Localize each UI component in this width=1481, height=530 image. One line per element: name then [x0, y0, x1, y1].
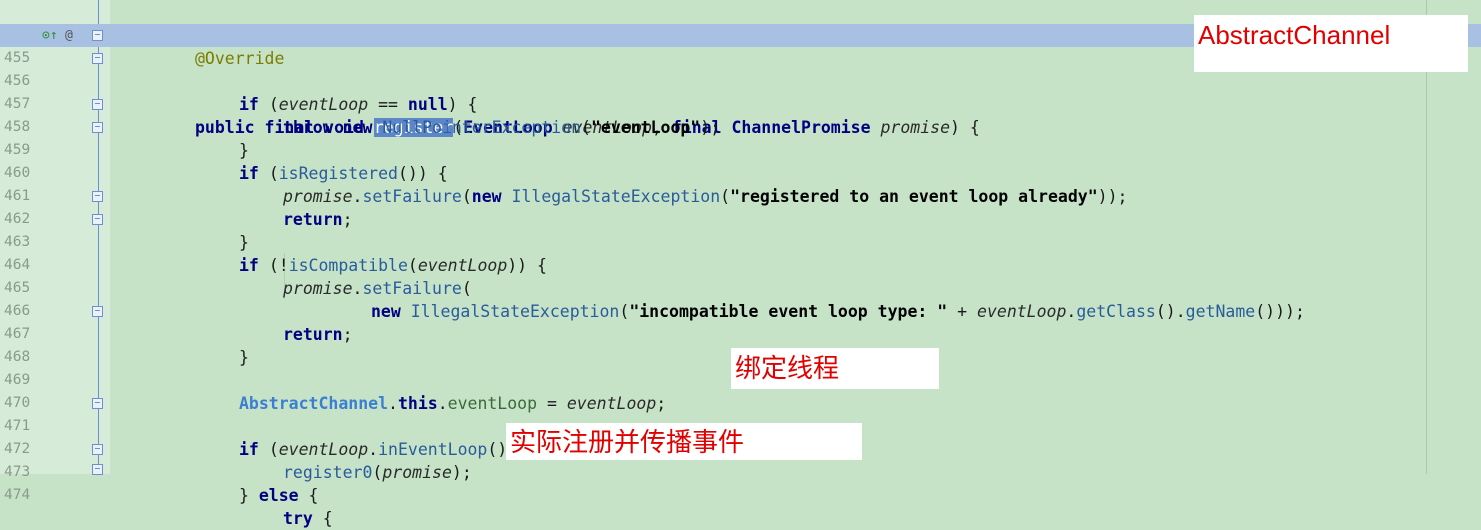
fold-collapse-icon[interactable]	[92, 191, 103, 202]
keyword: else	[258, 486, 299, 505]
punct: {	[312, 509, 333, 528]
code-line-465[interactable]: 465 new IllegalStateException("incompati…	[0, 254, 1481, 321]
punct: {	[298, 486, 319, 505]
annotation-class-label: AbstractChannel	[1194, 15, 1468, 72]
code-line-463[interactable]: 463 if (!isCompatible(eventLoop)) {	[0, 208, 1481, 275]
line-number: 474	[4, 487, 31, 503]
code-line-460[interactable]: 460 promise.setFailure(new IllegalStateE…	[0, 139, 1481, 206]
fold-collapse-icon[interactable]	[92, 464, 103, 475]
fold-collapse-icon[interactable]	[92, 398, 103, 409]
code-line-468[interactable]: 468	[0, 323, 1481, 365]
fold-collapse-icon[interactable]	[92, 53, 103, 64]
code-line-461[interactable]: 461 return;	[0, 162, 1481, 229]
code-line-467[interactable]: 467 }	[0, 300, 1481, 367]
fold-collapse-icon[interactable]	[92, 30, 103, 41]
code-line-459[interactable]: 459 if (isRegistered()) {	[0, 116, 1481, 183]
fold-collapse-icon[interactable]	[92, 99, 103, 110]
fold-collapse-icon[interactable]	[92, 444, 103, 455]
code-line-462[interactable]: 462 }	[0, 185, 1481, 252]
code-line-464[interactable]: 464 promise.setFailure(	[0, 231, 1481, 298]
code-line-471[interactable]: 471 if (eventLoop.inEventLoop()) {	[0, 392, 1481, 459]
keyword: try	[283, 509, 313, 528]
annotation-icon[interactable]: @	[65, 24, 73, 47]
annotation-register-propagate: 实际注册并传播事件	[506, 423, 862, 460]
code-line-458[interactable]: 458 }	[0, 93, 1481, 160]
implements-icon[interactable]: ⊙↑	[42, 24, 58, 47]
code-line-474[interactable]: 474 try {	[0, 461, 1481, 528]
punct: }	[239, 486, 259, 505]
code-line-457[interactable]: 457 throw new NullPointerException("even…	[0, 70, 1481, 137]
code-line-466[interactable]: 466 return;	[0, 277, 1481, 344]
fold-collapse-icon[interactable]	[92, 214, 103, 225]
fold-collapse-icon[interactable]	[92, 306, 103, 317]
annotation-bind-thread: 绑定线程	[731, 348, 939, 389]
fold-collapse-icon[interactable]	[92, 122, 103, 133]
